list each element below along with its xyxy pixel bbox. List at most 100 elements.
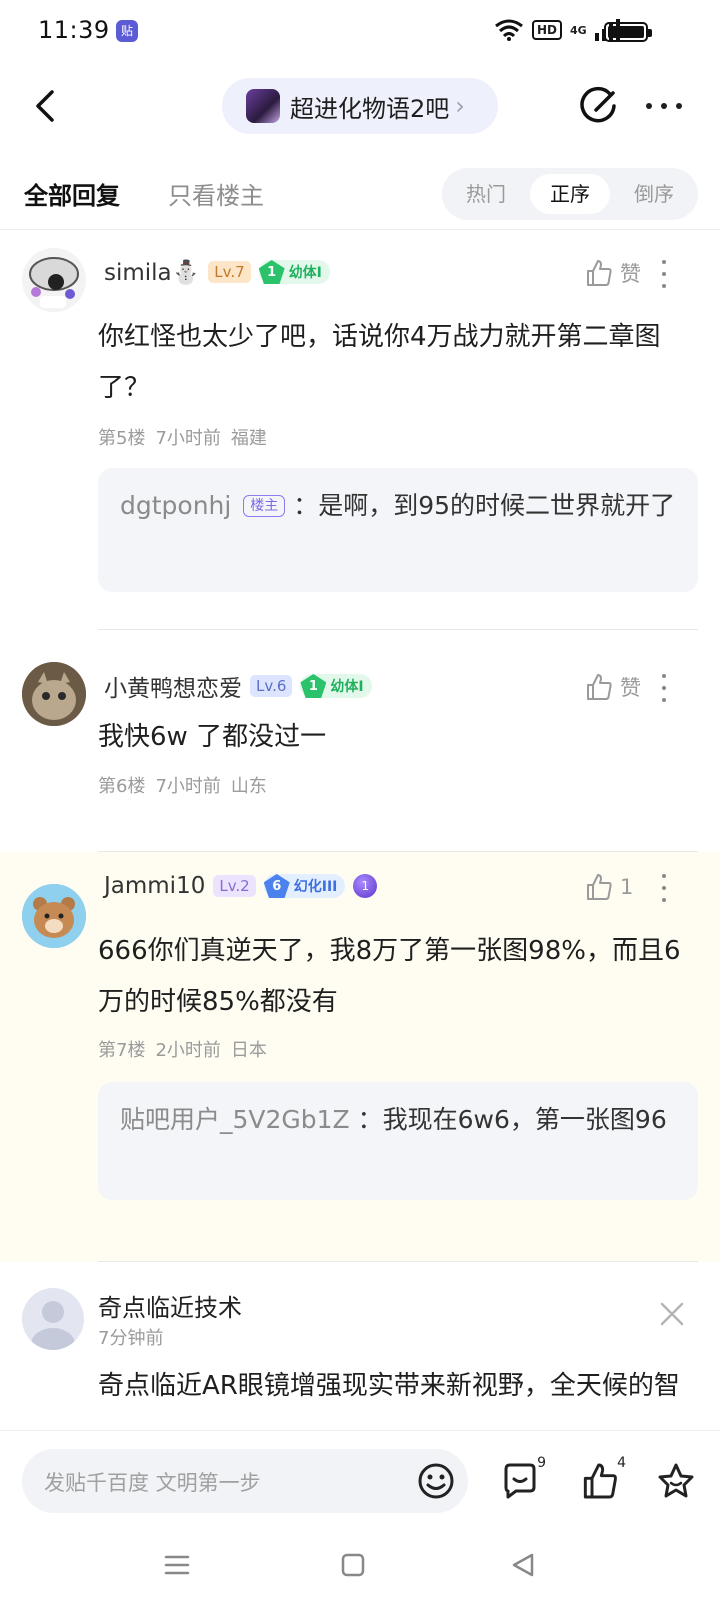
- favorite-button[interactable]: [656, 1461, 696, 1501]
- home-icon[interactable]: [340, 1552, 366, 1578]
- level-badge: Lv.6: [250, 675, 293, 697]
- op-tag: 楼主: [243, 495, 286, 517]
- avatar: [22, 1288, 84, 1350]
- username[interactable]: simila⛄: [104, 259, 200, 286]
- floor-number: 第5楼: [98, 428, 146, 449]
- edit-icon[interactable]: [580, 86, 620, 126]
- network-type: 4G: [570, 23, 587, 37]
- post-content: 你红怪也太少了吧，话说你4万战力就开第二章图了？: [98, 322, 661, 403]
- comment-count: 9: [537, 1455, 546, 1471]
- post-time: 2小时前: [155, 1040, 221, 1061]
- avatar[interactable]: [22, 248, 86, 312]
- tab-all-replies[interactable]: 全部回复: [24, 176, 120, 211]
- floor-number: 第7楼: [98, 1040, 146, 1061]
- like-count: 4: [617, 1455, 626, 1471]
- avatar[interactable]: [22, 662, 86, 726]
- sub-reply-author[interactable]: dgtponhj: [120, 491, 231, 520]
- menu-icon[interactable]: [164, 1552, 190, 1578]
- sort-toggle: 热门 正序 倒序: [442, 168, 698, 220]
- level-badge: Lv.2: [213, 875, 256, 897]
- comment-icon: [504, 1463, 536, 1499]
- gem-icon: 1: [300, 674, 327, 698]
- emoji-icon[interactable]: [416, 1461, 456, 1501]
- reply-post: Jammi10 Lv.2 6 幻化III 1 1 666你们真逆天了，我8万了第…: [0, 852, 720, 1262]
- post-meta: 第5楼 7小时前 福建: [98, 424, 267, 450]
- ad-time: 7分钟前: [98, 1328, 164, 1349]
- thumbs-up-icon: [587, 674, 612, 700]
- level-badge: Lv.7: [208, 261, 251, 283]
- reply-filter-bar: 全部回复 只看楼主 热门 正序 倒序: [0, 154, 720, 230]
- thumbs-up-icon: [583, 1463, 617, 1499]
- user-info-row: simila⛄ Lv.7 1 幼体I: [104, 254, 330, 290]
- ad-text: 奇点临近AR眼镜增强现实带来新视野，全天候的智能眼镜: [98, 1371, 680, 1401]
- bottom-action-bar: 发贴千百度 文明第一步 9 4: [0, 1430, 720, 1530]
- gem-icon: 1: [258, 260, 285, 284]
- tab-op-only[interactable]: 只看楼主: [168, 176, 264, 211]
- post-time: 7小时前: [155, 428, 221, 449]
- username[interactable]: 小黄鸭想恋爱: [104, 669, 242, 703]
- hd-icon: HD: [532, 20, 563, 40]
- floor-number: 第6楼: [98, 776, 146, 797]
- fan-badge-label: 幼体I: [288, 265, 322, 281]
- post-content: 666你们真逆天了，我8万了第一张图98%，而且6万的时候85%都没有: [98, 936, 681, 1017]
- reply-input[interactable]: 发贴千百度 文明第一步: [22, 1449, 468, 1513]
- back-nav-icon[interactable]: [510, 1552, 536, 1578]
- fan-badge: 1 幼体I: [258, 260, 330, 284]
- like-post-button[interactable]: 4: [580, 1455, 626, 1501]
- tieba-notification-icon: 贴: [116, 20, 138, 42]
- like-button[interactable]: 赞: [584, 258, 641, 288]
- like-label: 赞: [620, 262, 641, 286]
- post-location: 日本: [230, 1040, 267, 1061]
- user-info-row: Jammi10 Lv.2 6 幻化III 1: [104, 868, 378, 904]
- sub-reply-box[interactable]: dgtponhj 楼主 ：是啊，到95的时候二世界就开了: [98, 468, 698, 592]
- ad-title: 奇点临近技术: [98, 1294, 242, 1322]
- sort-desc-button[interactable]: 倒序: [614, 174, 694, 214]
- star-icon: [658, 1463, 694, 1498]
- like-count: 1: [620, 875, 634, 899]
- sort-asc-button[interactable]: 正序: [530, 174, 610, 214]
- sub-reply-text: ：我现在6w6，第一张图96: [357, 1105, 667, 1134]
- status-indicators: HD 4G: [494, 18, 621, 42]
- forum-link-button[interactable]: 超进化物语2吧 ›: [222, 78, 498, 134]
- fan-badge-label: 幻化III: [293, 879, 338, 895]
- post-more-icon[interactable]: [660, 260, 668, 288]
- fan-badge: 6 幻化III: [263, 874, 346, 898]
- post-meta: 第6楼 7小时前 山东: [98, 772, 267, 798]
- sponsored-post[interactable]: 奇点临近技术 7分钟前 奇点临近AR眼镜增强现实带来新视野，全天候的智能眼镜: [0, 1262, 720, 1402]
- medal-icon: 1: [353, 874, 378, 898]
- top-header: 超进化物语2吧 ›: [0, 64, 720, 154]
- forum-avatar: [246, 89, 280, 123]
- avatar[interactable]: [22, 884, 86, 948]
- sub-reply-text: ：是啊，到95的时候二世界就开了: [293, 491, 676, 520]
- reply-post: simila⛄ Lv.7 1 幼体I 赞 你红怪也太少了吧，话说你4万战力就开第…: [0, 230, 720, 630]
- post-location: 山东: [230, 776, 267, 797]
- like-button[interactable]: 赞: [584, 672, 641, 702]
- close-icon[interactable]: [658, 1300, 686, 1328]
- chevron-right-icon: ›: [455, 92, 465, 120]
- thumbs-up-icon: [587, 260, 612, 286]
- thumbs-up-icon: [587, 874, 612, 900]
- forum-name: 超进化物语2吧: [290, 94, 450, 123]
- comment-button[interactable]: 9: [500, 1455, 546, 1501]
- gem-icon: 6: [263, 874, 290, 898]
- sub-reply-box[interactable]: 贴吧用户_5V2Gb1Z ：我现在6w6，第一张图96: [98, 1082, 698, 1200]
- wifi-icon: [495, 19, 523, 41]
- sort-hot-button[interactable]: 热门: [446, 174, 526, 214]
- battery-icon: [604, 22, 652, 42]
- like-label: 赞: [620, 676, 641, 700]
- status-bar: 11:39 贴 HD 4G: [0, 0, 720, 64]
- reply-post: 小黄鸭想恋爱 Lv.6 1 幼体I 赞 我快6w 了都没过一 第6楼 7小时前 …: [0, 630, 720, 852]
- post-more-icon[interactable]: [660, 674, 668, 702]
- sub-reply-author[interactable]: 贴吧用户_5V2Gb1Z: [120, 1105, 350, 1134]
- user-info-row: 小黄鸭想恋爱 Lv.6 1 幼体I: [104, 668, 372, 704]
- fan-badge-label: 幼体I: [330, 679, 364, 695]
- post-more-icon[interactable]: [660, 874, 668, 902]
- status-time: 11:39: [38, 16, 110, 44]
- post-content: 我快6w 了都没过一: [98, 722, 327, 752]
- post-meta: 第7楼 2小时前 日本: [98, 1036, 267, 1062]
- username[interactable]: Jammi10: [104, 873, 205, 899]
- more-icon[interactable]: [642, 86, 686, 126]
- like-button[interactable]: 1: [584, 872, 633, 902]
- back-icon[interactable]: [26, 86, 66, 126]
- reply-input-placeholder: 发贴千百度 文明第一步: [44, 1471, 261, 1495]
